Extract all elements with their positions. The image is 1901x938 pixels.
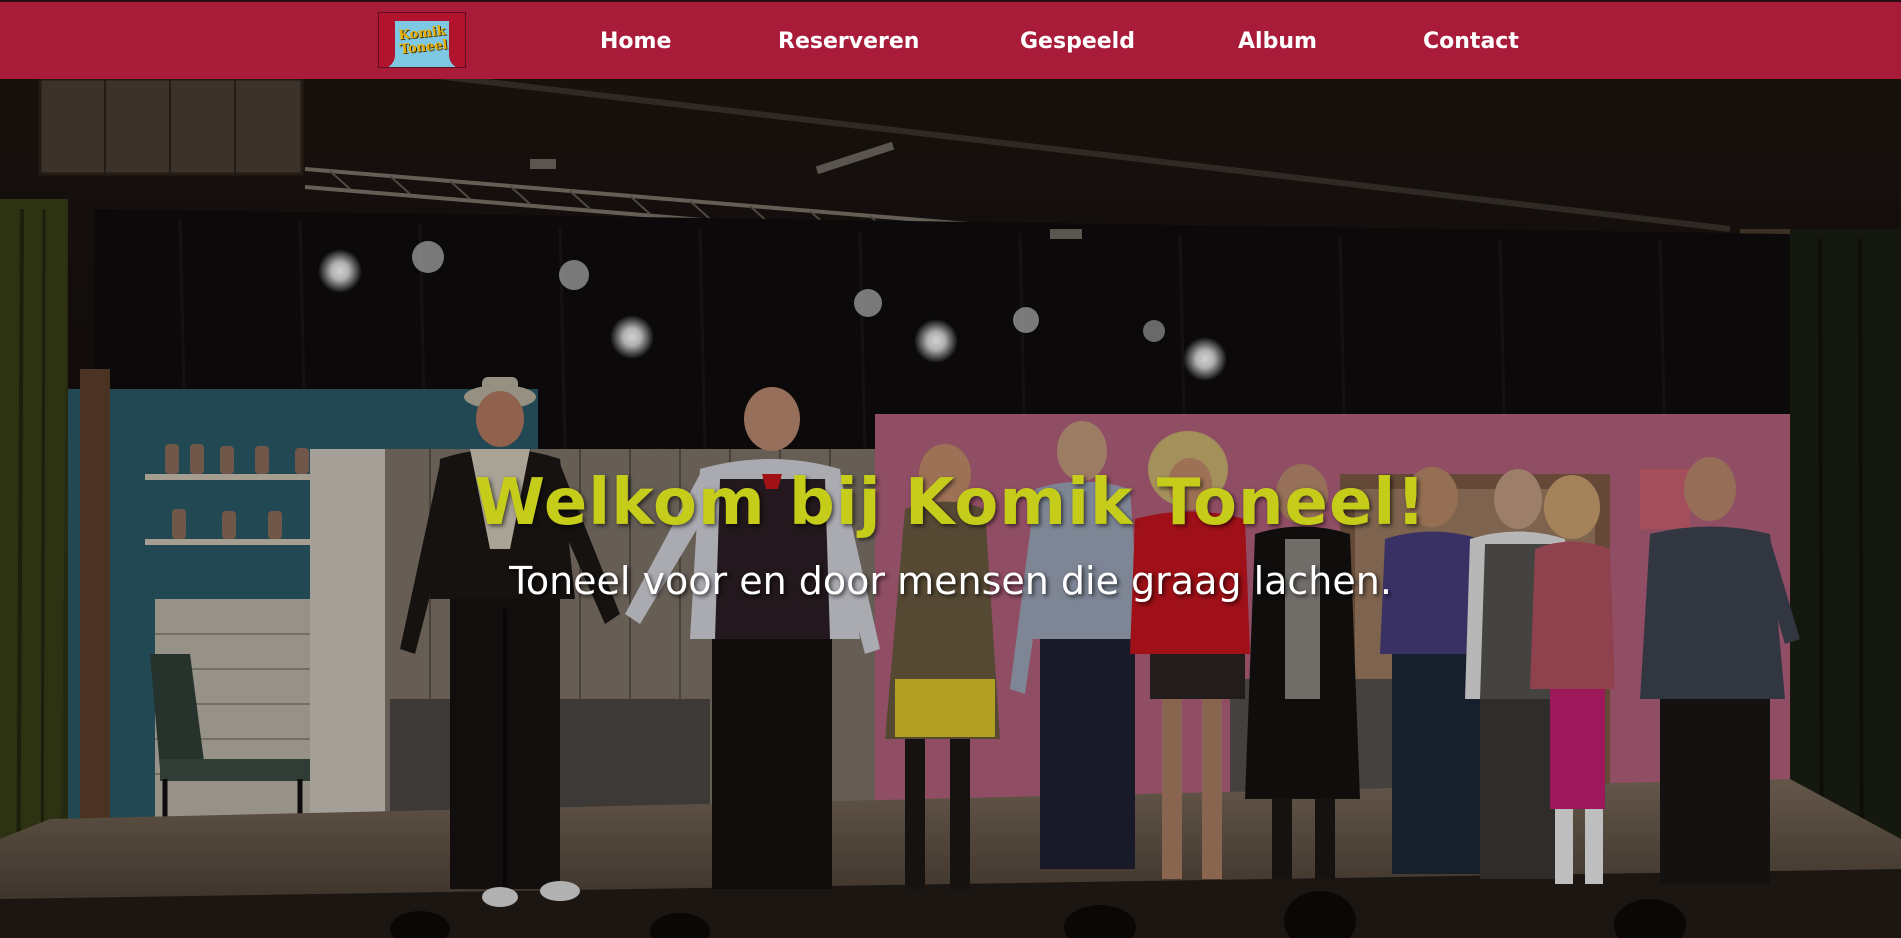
site-logo[interactable]: Komik Toneel [378, 12, 466, 68]
hero-banner: Welkom bij Komik Toneel! Toneel voor en … [0, 79, 1901, 938]
hero-title: Welkom bij Komik Toneel! [474, 466, 1427, 540]
nav-item-reserveren[interactable]: Reserveren [778, 26, 919, 58]
logo-curtain-left [379, 13, 395, 67]
nav-item-contact[interactable]: Contact [1423, 26, 1519, 58]
logo-curtain-right [449, 13, 465, 67]
nav-item-gespeeld[interactable]: Gespeeld [1020, 26, 1135, 58]
logo-text: Komik Toneel [397, 23, 449, 58]
page: Komik Toneel Home Reserveren Gespeeld Al… [0, 0, 1901, 938]
top-navbar: Komik Toneel Home Reserveren Gespeeld Al… [0, 0, 1901, 79]
nav-item-album[interactable]: Album [1238, 26, 1317, 58]
nav-item-home[interactable]: Home [600, 26, 671, 58]
hero-subtitle: Toneel voor en door mensen die graag lac… [509, 559, 1392, 603]
